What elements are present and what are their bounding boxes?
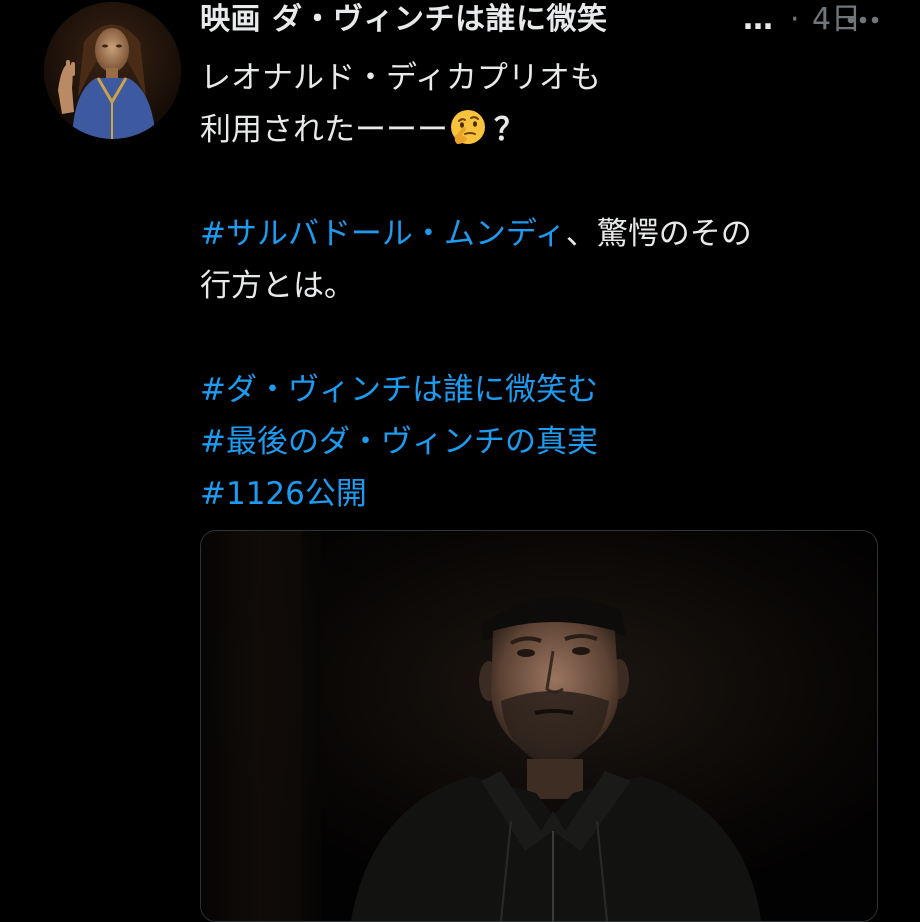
- text-line: #最後のダ・ヴィンチの真実: [200, 416, 890, 468]
- display-name-ellipsis: …: [743, 2, 773, 37]
- salvator-mundi-icon: [44, 2, 181, 139]
- tweet-text: レオナルド・ディカプリオも 利用されたーーー ？ #サルバドール・ムンディ、驚愕…: [200, 52, 890, 520]
- text-segment: 行方とは。: [200, 268, 355, 304]
- text-line: #ダ・ヴィンチは誰に微笑む: [200, 364, 890, 416]
- separator-dot: ·: [790, 2, 800, 37]
- thinking-face-icon: [451, 110, 485, 144]
- text-line: 利用されたーーー ？: [200, 104, 890, 156]
- text-segment: 、驚愕のその: [565, 216, 752, 252]
- tweet[interactable]: 映画 ダ・ヴィンチは誰に微笑 … · 4日 レオナルド・ディカプリオも 利用され…: [0, 0, 920, 922]
- text-line: 行方とは。: [200, 260, 890, 312]
- hashtag-link[interactable]: #サルバドール・ムンディ: [200, 216, 566, 252]
- more-horizontal-icon[interactable]: [846, 8, 880, 32]
- display-name[interactable]: 映画 ダ・ヴィンチは誰に微笑: [200, 0, 607, 40]
- text-segment: レオナルド・ディカプリオも: [200, 60, 601, 96]
- hashtag-link[interactable]: #最後のダ・ヴィンチの真実: [200, 424, 598, 460]
- text-segment: 利用されたーーー: [200, 112, 448, 148]
- media-image[interactable]: [200, 530, 878, 922]
- hashtag-link[interactable]: #1126公開: [200, 476, 367, 512]
- text-line: レオナルド・ディカプリオも: [200, 52, 890, 104]
- text-line: #1126公開: [200, 468, 890, 520]
- text-line: #サルバドール・ムンディ、驚愕のその: [200, 208, 890, 260]
- hashtag-link[interactable]: #ダ・ヴィンチは誰に微笑む: [200, 372, 598, 408]
- video-still-photo: [201, 531, 877, 921]
- question-mark: ？: [494, 112, 525, 148]
- avatar[interactable]: [44, 2, 181, 139]
- tweet-header: 映画 ダ・ヴィンチは誰に微笑 … · 4日: [200, 0, 880, 40]
